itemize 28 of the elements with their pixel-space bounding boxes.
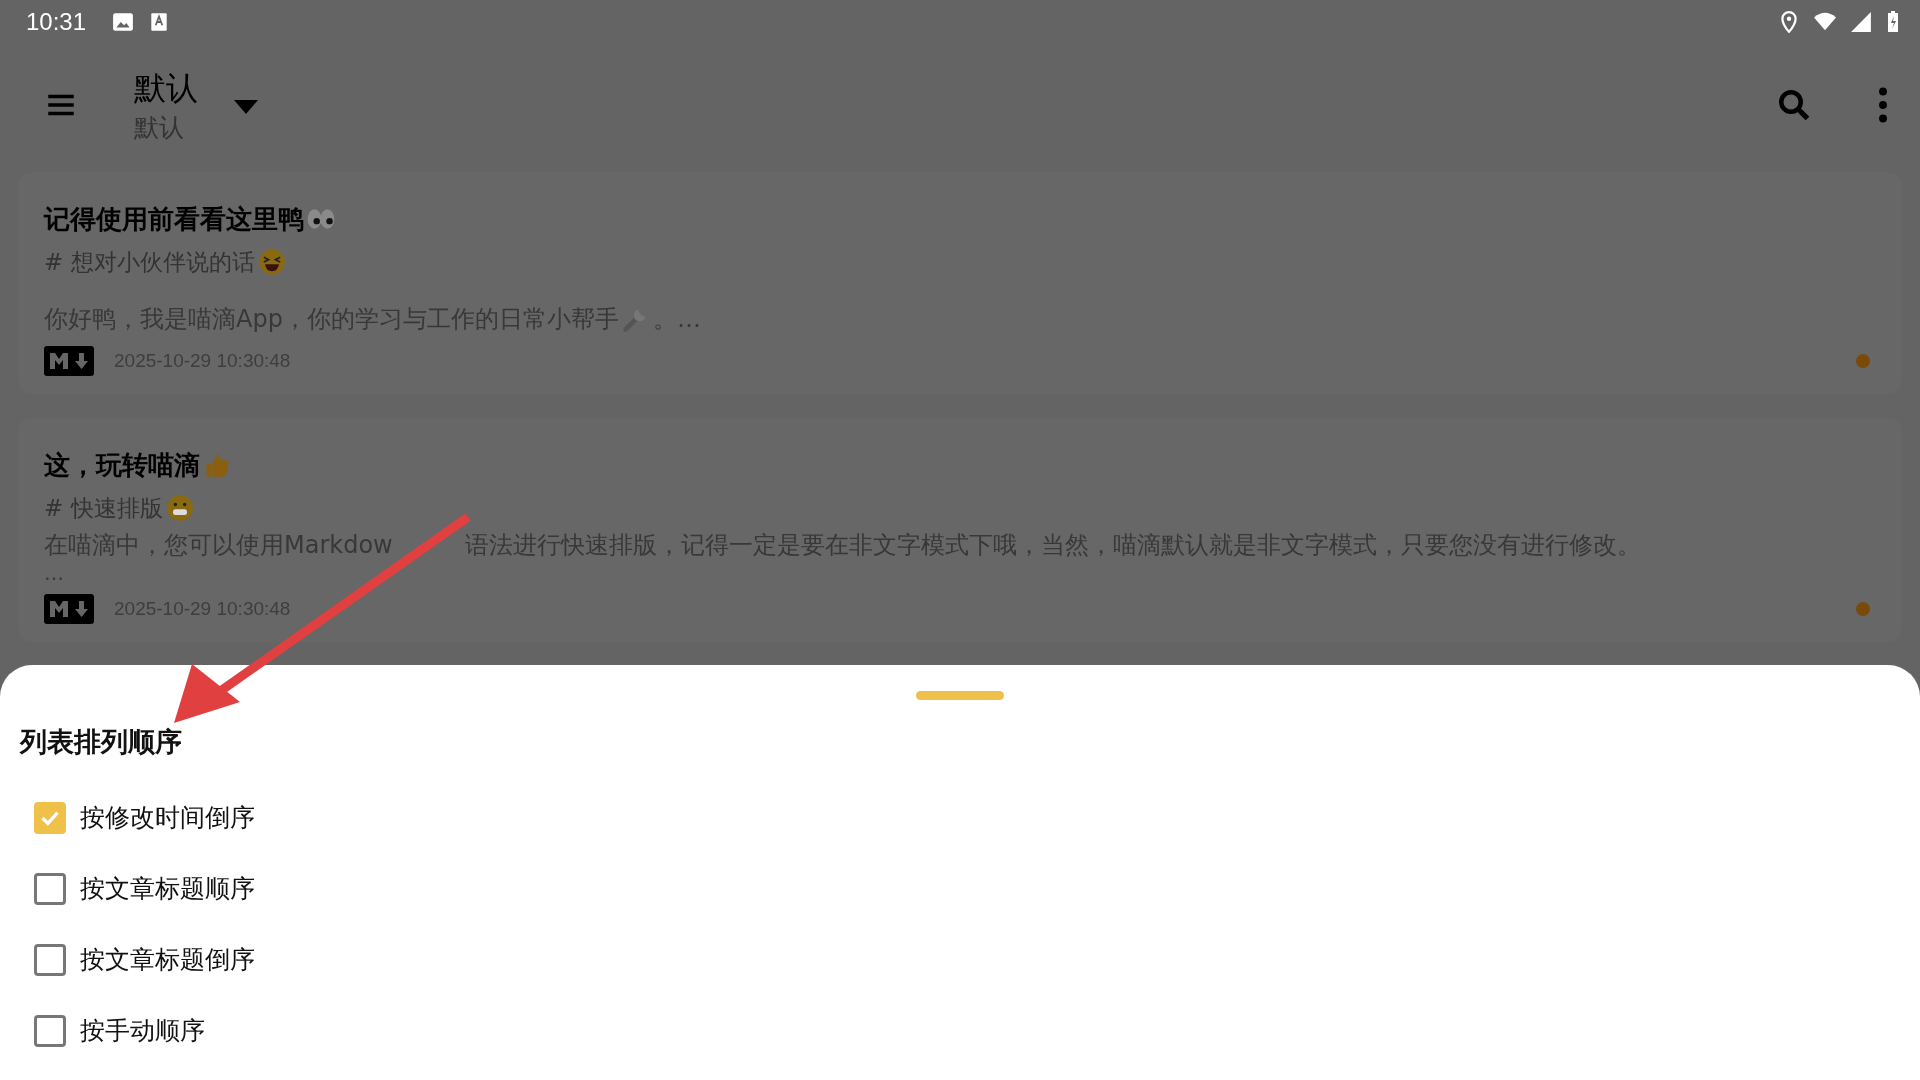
sort-option[interactable]: 按手动顺序 (34, 995, 1900, 1066)
wifi-icon (1814, 11, 1836, 33)
sheet-title: 列表排列顺序 (20, 725, 183, 759)
checkbox[interactable] (34, 801, 66, 834)
signal-icon (1850, 11, 1872, 33)
grinning-face-icon (164, 494, 195, 522)
status-time: 10:31 (26, 8, 87, 36)
excerpt-ellipsis: … (44, 562, 65, 584)
dropdown-icon[interactable] (234, 100, 258, 114)
notebook-title: 默认 (134, 67, 198, 109)
location-icon (1778, 11, 1800, 33)
drag-handle[interactable] (916, 691, 1004, 700)
note-title: 这，玩转喵滴 (44, 449, 200, 482)
note-title: 记得使用前看看这里鸭 (44, 203, 304, 236)
markdown-icon (44, 346, 94, 376)
sort-option[interactable]: 按文章标题倒序 (34, 924, 1900, 995)
image-icon (112, 11, 135, 33)
markdown-icon (44, 594, 94, 624)
battery-icon (1886, 11, 1900, 33)
checkbox[interactable] (34, 872, 66, 905)
note-excerpt: 。… (652, 304, 701, 335)
checkbox[interactable] (34, 943, 66, 976)
more-icon (1878, 87, 1888, 123)
search-icon (1776, 87, 1812, 123)
checkbox[interactable] (34, 1014, 66, 1047)
sort-option[interactable]: 按修改时间倒序 (34, 782, 1900, 853)
laughing-face-icon (256, 248, 287, 276)
sort-option[interactable]: 按文章标题顺序 (34, 853, 1900, 924)
